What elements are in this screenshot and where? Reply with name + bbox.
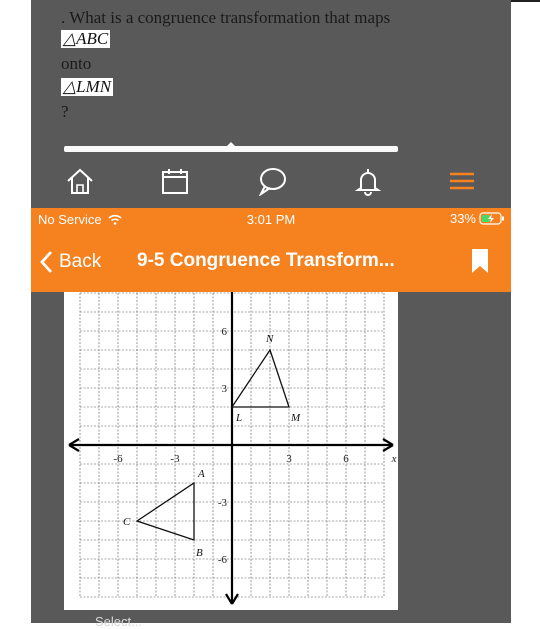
x-tick-label: -3 (170, 453, 180, 465)
vertex-label-c: C (123, 516, 131, 528)
battery-percent: 33% (449, 211, 476, 226)
partial-footer-text: Select... (95, 614, 142, 629)
bell-icon[interactable] (353, 166, 383, 196)
question-suffix: ? (61, 102, 69, 121)
y-tick-label: 3 (222, 383, 228, 395)
x-tick-label: 6 (343, 453, 349, 465)
page-title: 9-5 Congruence Transform... (137, 250, 395, 271)
y-tick-label: -6 (218, 554, 228, 566)
navigation-bar: Back 9-5 Congruence Transform... (31, 230, 511, 292)
triangle-lmn (230, 348, 290, 408)
clock: 3:01 PM (246, 212, 296, 227)
vertex-label-a: A (197, 468, 205, 480)
question-prefix: . What is a congruence transformation th… (61, 8, 391, 27)
triangle-abc-expression: △ABC (61, 29, 111, 48)
divider-notch (226, 142, 236, 147)
bottom-toolbar (31, 154, 511, 208)
left-margin (0, 0, 31, 623)
triangle-abc (135, 481, 195, 541)
home-icon[interactable] (65, 166, 95, 196)
coordinate-figure: -6 -3 3 6 6 3 -3 -6 x A B C L M N (64, 292, 398, 610)
y-tick-label: -3 (218, 497, 228, 509)
vertex-label-m: M (290, 412, 301, 424)
coordinate-plane: -6 -3 3 6 6 3 -3 -6 x A B C L M N (68, 292, 397, 605)
chevron-left-icon (40, 251, 53, 273)
back-button[interactable]: Back (39, 250, 101, 274)
y-tick-label: 6 (222, 326, 228, 338)
vertex-label-l: L (235, 412, 242, 424)
battery-status: 33% (450, 211, 505, 226)
chat-bubble-icon[interactable] (257, 166, 287, 196)
back-label: Back (59, 251, 102, 272)
x-tick-label: -6 (113, 453, 123, 465)
x-tick-label: 3 (286, 453, 292, 465)
scroll-divider (64, 142, 398, 152)
page: . What is a congruence transformation th… (0, 0, 540, 629)
triangle-lmn-expression: △LMN (61, 77, 114, 96)
question-block: . What is a congruence transformation th… (61, 8, 390, 124)
status-bar: No Service 3:01 PM 33% (31, 208, 511, 230)
calendar-icon[interactable] (160, 166, 190, 196)
question-connector: onto (61, 54, 92, 73)
axes (68, 292, 394, 605)
menu-icon[interactable] (447, 166, 477, 196)
vertex-label-n: N (265, 333, 274, 345)
top-rule (511, 0, 540, 2)
bookmark-icon[interactable] (471, 248, 489, 274)
x-axis-label: x (391, 453, 397, 465)
battery-charging-icon (479, 212, 504, 225)
vertex-label-b: B (196, 547, 203, 559)
